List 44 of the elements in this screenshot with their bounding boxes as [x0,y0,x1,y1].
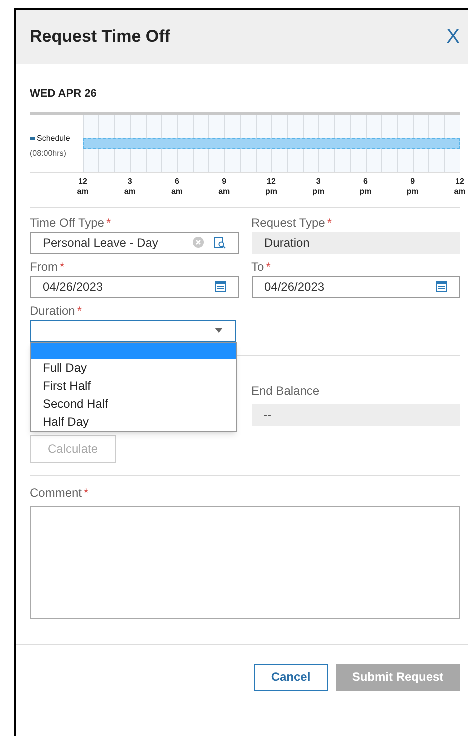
caret-icon [215,328,223,333]
end-balance-field: -- [252,404,460,426]
dropdown-option[interactable]: Half Day [31,412,236,430]
legend-swatch-icon [30,137,35,140]
comment-field[interactable] [30,506,460,618]
required-mark: * [60,258,65,276]
field-label: Request Type [252,214,326,232]
required-mark: * [84,484,89,502]
field-label: Time Off Type [30,214,104,232]
required-mark: * [327,214,332,232]
time-tick-label: 9 am [218,176,230,196]
time-tick-label: 12 am [454,176,466,196]
field-label: Duration [30,302,76,320]
dialog-title: Request Time Off [30,26,170,48]
input-field: Duration [252,232,460,254]
required-mark: * [266,258,271,276]
calendar-icon[interactable] [436,281,447,292]
time-tick-label: 9 pm [406,176,419,196]
scheduled-hours: (08:00hrs) [30,148,68,160]
dropdown-option[interactable]: Second Half [31,394,236,412]
time-tick-label: 3 am [124,176,136,196]
schedule-date: WED APR 26 [30,87,98,102]
time-tick-label: 12 pm [266,176,278,196]
duration-dropdown[interactable] [30,320,236,342]
required-mark: * [77,302,82,320]
dropdown-option[interactable]: Full Day [31,358,236,376]
legend-label: Schedule [37,132,70,144]
field-label: From [30,258,58,276]
time-tick-label: 6 am [171,176,184,196]
calendar-icon[interactable] [214,281,226,292]
close-button[interactable]: X [442,22,464,52]
required-mark: * [106,214,112,232]
field-label: Comment [30,484,82,502]
input-field[interactable]: 04/26/2023 [252,276,460,298]
input-field[interactable]: 04/26/2023 [30,276,238,298]
time-tick-label: 3 pm [312,176,325,196]
field-label: To [252,258,264,276]
dropdown-option[interactable]: First Half [31,376,236,394]
time-tick-label: 12 am [77,176,89,196]
time-tick-label: 6 pm [360,176,372,196]
field-label: End Balance [252,382,321,400]
lookup-icon[interactable] [214,236,226,248]
input-field[interactable]: Personal Leave - Day [30,232,238,254]
cancel-button[interactable]: Cancel [254,664,328,690]
